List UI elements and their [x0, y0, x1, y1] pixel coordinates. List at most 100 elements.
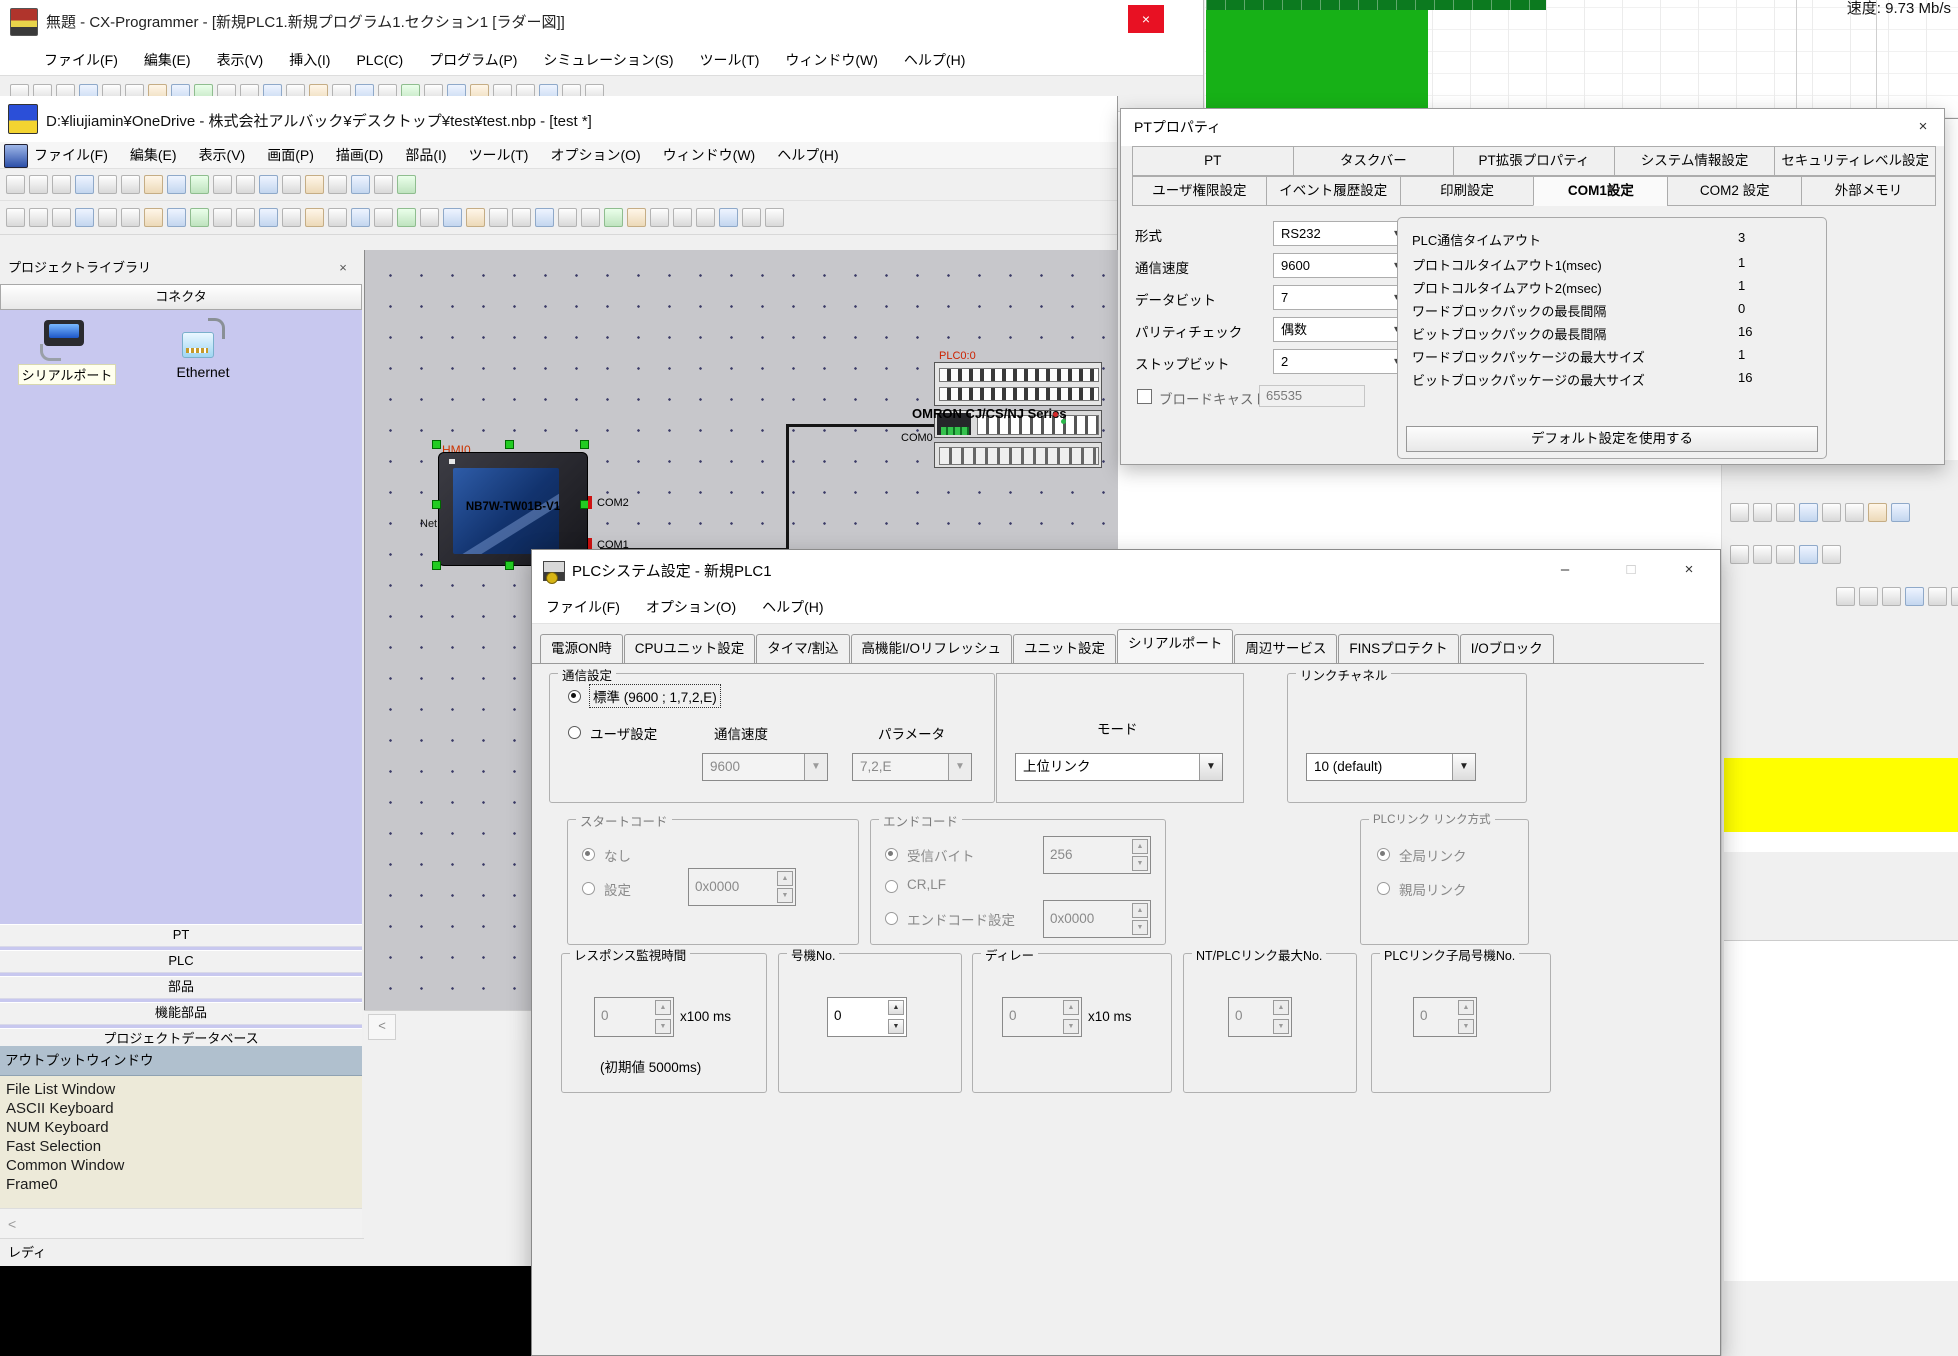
link-channel-select[interactable]: 10 (default) ▼ — [1306, 753, 1476, 781]
io-comment-icon[interactable] — [1822, 503, 1841, 522]
accordion-bar[interactable]: 機能部品 — [0, 1002, 362, 1025]
arc-icon[interactable] — [535, 208, 554, 227]
align-bottom-icon[interactable] — [213, 208, 232, 227]
tab-external-memory[interactable]: 外部メモリ — [1801, 176, 1936, 206]
tab-taskbar[interactable]: タスクバー — [1293, 146, 1455, 176]
ethernet-icon[interactable] — [178, 318, 224, 360]
save-icon[interactable] — [52, 175, 71, 194]
group-icon[interactable] — [259, 208, 278, 227]
tab-print[interactable]: 印刷設定 — [1400, 176, 1535, 206]
rotate-right-icon[interactable] — [374, 208, 393, 227]
cx-menu-item[interactable]: ヘルプ(H) — [904, 50, 965, 70]
same-size-icon[interactable] — [236, 208, 255, 227]
delete-icon[interactable] — [167, 175, 186, 194]
rung-comment-icon[interactable] — [1776, 503, 1795, 522]
cx-menu-item[interactable]: ツール(T) — [699, 50, 759, 70]
accordion-bar[interactable]: 部品 — [0, 976, 362, 999]
next-state-icon[interactable] — [374, 175, 393, 194]
window-button-icon[interactable] — [742, 208, 761, 227]
cx-menu-item[interactable]: 表示(V) — [217, 50, 264, 70]
rung-icon[interactable] — [1836, 587, 1855, 606]
scroll-left-icon[interactable]: < — [368, 1014, 396, 1040]
type-select[interactable]: RS232▾ — [1273, 221, 1405, 246]
contact-icon[interactable] — [1859, 587, 1878, 606]
connector-section-header[interactable]: コネクタ — [0, 284, 362, 310]
nb-menu-item[interactable]: 部品(I) — [405, 145, 446, 165]
symbol-icon[interactable] — [1845, 503, 1864, 522]
select-state-icon[interactable] — [328, 175, 347, 194]
nb-menu-item[interactable]: 画面(P) — [267, 145, 314, 165]
set-value-icon[interactable] — [1776, 545, 1795, 564]
spin-down-icon[interactable]: ▼ — [888, 1019, 904, 1034]
zoom-ladder-icon[interactable] — [1730, 503, 1749, 522]
copy-icon[interactable] — [98, 175, 117, 194]
polygon-icon[interactable] — [512, 208, 531, 227]
open-icon[interactable] — [29, 175, 48, 194]
selection-handle[interactable] — [432, 561, 441, 570]
tab-event-history[interactable]: イベント履歴設定 — [1266, 176, 1401, 206]
plc-menu-item[interactable]: オプション(O) — [646, 597, 736, 617]
output-list-item[interactable]: Common Window — [6, 1156, 362, 1175]
vertical-line-icon[interactable] — [1928, 587, 1947, 606]
watch-icon[interactable] — [1730, 545, 1749, 564]
lamp-icon[interactable] — [719, 208, 738, 227]
text-icon[interactable] — [558, 208, 577, 227]
accordion-bar[interactable]: PLC — [0, 950, 362, 973]
duplicate-icon[interactable] — [144, 175, 163, 194]
serial-wire[interactable] — [786, 424, 789, 551]
nb-menu-item[interactable]: ファイル(F) — [34, 145, 108, 165]
selection-handle[interactable] — [505, 561, 514, 570]
zoom-fit-icon[interactable] — [52, 208, 71, 227]
horizontal-line-icon[interactable] — [1951, 587, 1958, 606]
minimize-icon[interactable]: – — [1542, 550, 1588, 590]
rectangle-icon[interactable] — [466, 208, 485, 227]
standard-radio[interactable] — [568, 690, 581, 703]
tab-sio-refresh[interactable]: 高機能I/Oリフレッシュ — [851, 634, 1013, 663]
zoom-out-icon[interactable] — [29, 208, 48, 227]
ellipse-icon[interactable] — [489, 208, 508, 227]
align-center-icon[interactable] — [121, 208, 140, 227]
plc-menu-item[interactable]: ファイル(F) — [546, 597, 620, 617]
tab-pt[interactable]: PT — [1132, 146, 1294, 176]
align-top-icon[interactable] — [167, 208, 186, 227]
nb-menu-item[interactable]: オプション(O) — [550, 145, 640, 165]
section-icon[interactable] — [1868, 503, 1887, 522]
output-list-item[interactable]: Fast Selection — [6, 1137, 362, 1156]
serial-port-icon[interactable] — [40, 320, 88, 360]
output-list-item[interactable]: NUM Keyboard — [6, 1118, 362, 1137]
maximize-icon[interactable]: □ — [1608, 550, 1654, 590]
macro-icon[interactable] — [765, 208, 784, 227]
serial-port-item[interactable]: シリアルポート — [18, 364, 116, 385]
parity-select[interactable]: 偶数▾ — [1273, 317, 1405, 342]
databits-select[interactable]: 7▾ — [1273, 285, 1405, 310]
table-icon[interactable] — [604, 208, 623, 227]
line-icon[interactable] — [443, 208, 462, 227]
stopbits-select[interactable]: 2▾ — [1273, 349, 1405, 374]
instruction-icon[interactable] — [1905, 587, 1924, 606]
nb-menu-item[interactable]: ヘルプ(H) — [777, 145, 838, 165]
unit-number-spinner[interactable]: 0 ▲ ▼ — [827, 997, 907, 1037]
help-icon[interactable] — [397, 175, 416, 194]
flip-vertical-icon[interactable] — [420, 208, 439, 227]
accordion-bar[interactable]: PT — [0, 924, 362, 947]
selection-handle[interactable] — [432, 500, 441, 509]
cx-menu-item[interactable]: シミュレーション(S) — [543, 50, 673, 70]
redo-icon[interactable] — [213, 175, 232, 194]
spin-up-icon[interactable]: ▲ — [888, 1000, 904, 1015]
tab-unit-settings[interactable]: ユニット設定 — [1013, 634, 1116, 663]
serial-wire[interactable] — [786, 424, 934, 427]
new-icon[interactable] — [6, 175, 25, 194]
tab-com1[interactable]: COM1設定 — [1533, 176, 1668, 206]
tab-com2[interactable]: COM2 設定 — [1667, 176, 1802, 206]
close-icon[interactable]: × — [334, 252, 352, 284]
close-icon[interactable]: × — [1666, 550, 1712, 590]
differential-icon[interactable] — [1799, 545, 1818, 564]
tab-user-permission[interactable]: ユーザ権限設定 — [1132, 176, 1267, 206]
output-list-item[interactable]: File List Window — [6, 1080, 362, 1099]
bitmap-icon[interactable] — [581, 208, 600, 227]
word-button-icon[interactable] — [696, 208, 715, 227]
cx-menu-item[interactable]: ファイル(F) — [44, 50, 118, 70]
tab-io-block[interactable]: I/Oブロック — [1460, 634, 1554, 663]
grid-icon[interactable] — [75, 208, 94, 227]
cut-icon[interactable] — [75, 175, 94, 194]
